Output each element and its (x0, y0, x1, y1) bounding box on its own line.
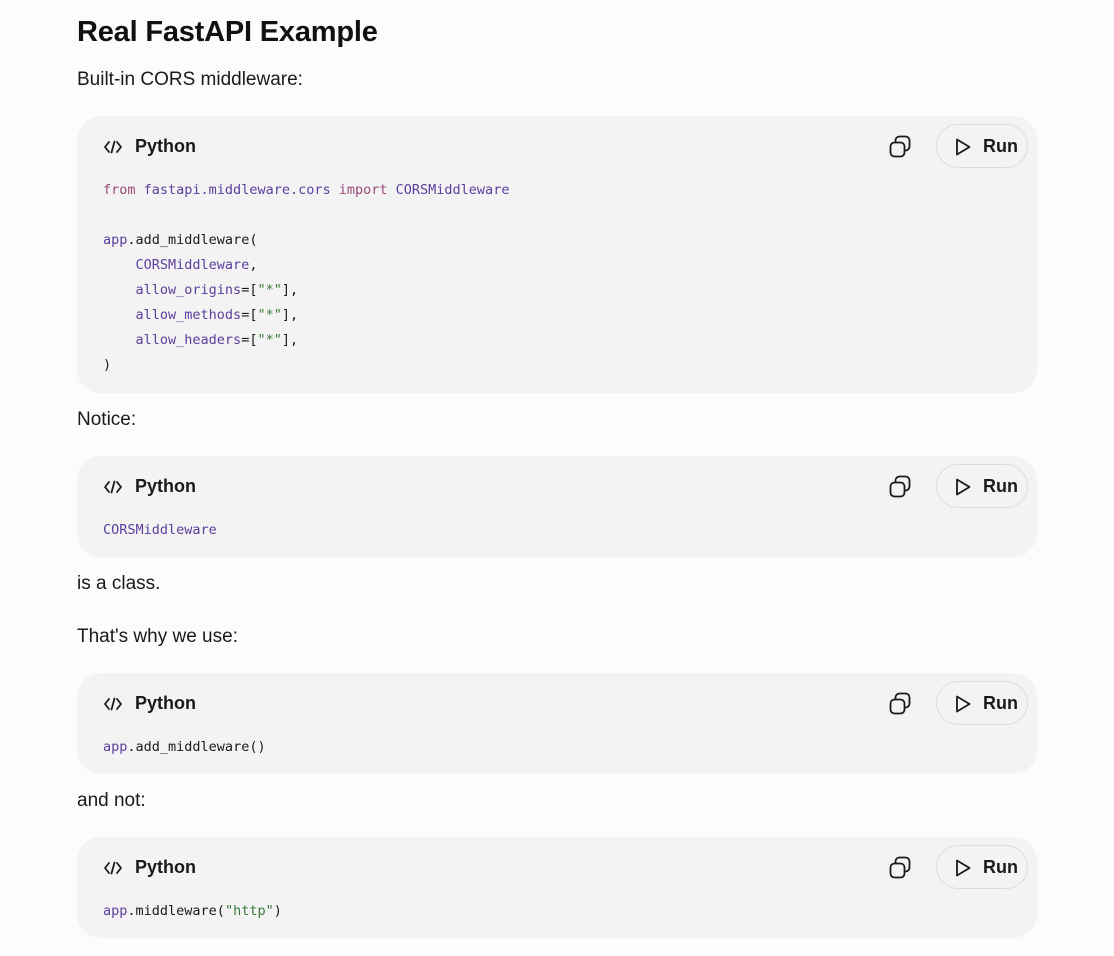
run-button-label: Run (983, 857, 1018, 877)
run-button[interactable]: Run (936, 464, 1028, 508)
code-block-cors-setup: Python Run from fastapi.middleware.cors … (77, 116, 1037, 393)
code-string: "http" (224, 903, 274, 919)
code-block-middleware-decorator: Python Run app.middleware("http") (77, 837, 1037, 938)
code-module: fastapi.middleware.cors (143, 182, 331, 198)
code-content: CORSMiddleware (103, 518, 217, 543)
code-kwarg: allow_headers (135, 332, 242, 348)
code-block-header: Python Run (77, 673, 1037, 735)
code-content: from fastapi.middleware.cors import CORS… (103, 182, 510, 373)
code-content: app.add_middleware() (103, 739, 266, 755)
code-block-class-name: Python Run CORSMiddleware (77, 456, 1037, 557)
copy-icon[interactable] (887, 691, 913, 717)
run-button[interactable]: Run (936, 124, 1028, 168)
and-not-paragraph: and not: (77, 790, 146, 811)
code-keyword: import (338, 182, 388, 198)
code-block-header: Python Run (77, 456, 1037, 518)
code-object: app (103, 739, 128, 755)
section-heading: Real FastAPI Example (77, 16, 378, 48)
code-class-name: CORSMiddleware (103, 522, 217, 538)
code-string: "*" (257, 332, 282, 348)
code-keyword: from (103, 182, 136, 198)
code-language-label: Python (135, 857, 196, 877)
code-brackets-icon (104, 140, 122, 154)
is-class-paragraph: is a class. (77, 573, 161, 594)
code-class-name: CORSMiddleware (135, 257, 250, 273)
code-language-label: Python (135, 693, 196, 713)
why-paragraph: That's why we use: (77, 626, 238, 647)
code-content: app.middleware("http") (103, 903, 282, 919)
code-brackets-icon (104, 697, 122, 711)
play-icon (956, 695, 971, 713)
code-language-label: Python (135, 476, 196, 496)
run-button-label: Run (983, 476, 1018, 496)
code-block-header: Python Run (77, 116, 1037, 178)
code-object: app (103, 903, 128, 919)
copy-icon[interactable] (887, 134, 913, 160)
code-string: "*" (257, 307, 282, 323)
code-language-label: Python (135, 136, 196, 156)
code-block-header: Python Run (77, 837, 1037, 899)
code-class-name: CORSMiddleware (395, 182, 510, 198)
play-icon (956, 138, 971, 156)
run-button-label: Run (983, 693, 1018, 713)
code-kwarg: allow_methods (135, 307, 242, 323)
copy-icon[interactable] (887, 855, 913, 881)
code-brackets-icon (104, 861, 122, 875)
run-button-label: Run (983, 136, 1018, 156)
run-button[interactable]: Run (936, 681, 1028, 725)
code-string: "*" (257, 282, 282, 298)
copy-icon[interactable] (887, 474, 913, 500)
play-icon (956, 859, 971, 877)
code-kwarg: allow_origins (135, 282, 242, 298)
code-object: app (103, 232, 128, 248)
code-call: add_middleware() (135, 739, 266, 755)
code-call: middleware( (135, 903, 225, 919)
code-call: add_middleware( (135, 232, 258, 248)
code-block-add-middleware: Python Run app.add_middleware() (77, 673, 1037, 774)
play-icon (956, 478, 971, 496)
notice-paragraph: Notice: (77, 409, 137, 430)
intro-paragraph: Built-in CORS middleware: (77, 69, 303, 90)
run-button[interactable]: Run (936, 845, 1028, 889)
code-brackets-icon (104, 480, 122, 494)
